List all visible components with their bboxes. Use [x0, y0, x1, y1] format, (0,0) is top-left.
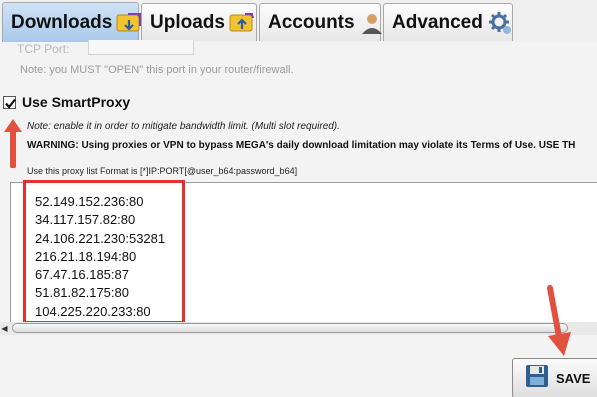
tab-accounts[interactable]: Accounts — [259, 3, 382, 41]
proxy-entry: 216.21.18.194:80 — [35, 248, 137, 264]
download-icon — [116, 10, 142, 36]
gear-icon — [487, 10, 513, 36]
save-button[interactable]: SAVE — [512, 358, 597, 397]
smartproxy-checkbox[interactable] — [3, 96, 16, 109]
tab-uploads-label: Uploads — [150, 11, 225, 33]
proxy-format-hint: Use this proxy list Format is [*]IP:PORT… — [27, 166, 298, 176]
user-icon — [359, 10, 385, 36]
proxy-entry: 52.149.152.236:80 — [35, 194, 144, 209]
smartproxy-warning: WARNING: Using proxies or VPN to bypass … — [27, 140, 576, 151]
tab-advanced[interactable]: Advanced — [383, 3, 513, 41]
smartproxy-label[interactable]: Use SmartProxy — [22, 94, 130, 110]
proxy-entry: 34.117.157.82:80 — [35, 212, 136, 228]
proxy-list-textarea[interactable]: 52.149.152.236:80 34.117.157.82:80 24.10… — [10, 182, 597, 337]
scrollbar-thumb[interactable] — [12, 323, 568, 333]
proxy-list: 52.149.152.236:80 34.117.157.82:80 24.10… — [35, 193, 165, 339]
tab-uploads[interactable]: Uploads — [141, 3, 257, 41]
smartproxy-note: Note: enable it in order to mitigate ban… — [27, 121, 340, 132]
proxy-entry: 104.225.220.233:80 — [35, 303, 151, 319]
save-button-label: SAVE — [556, 370, 591, 386]
scroll-left-arrow-icon[interactable]: ◀ — [0, 322, 9, 335]
proxy-entry: 24.106.221.230:53281 — [35, 230, 166, 246]
tab-accounts-label: Accounts — [268, 11, 355, 33]
proxy-entry: 51.81.82.175:80 — [35, 285, 129, 301]
tcp-port-label: TCP Port: — [17, 42, 70, 54]
proxy-entry: 67.47.16.185:87 — [35, 267, 129, 283]
floppy-disk-icon — [524, 363, 550, 394]
port-note: Note: you MUST "OPEN" this port in your … — [20, 64, 294, 76]
tab-advanced-label: Advanced — [392, 11, 483, 33]
tcp-port-input[interactable] — [88, 40, 194, 55]
horizontal-scrollbar[interactable]: ◀ — [0, 322, 597, 335]
tab-downloads[interactable]: Downloads — [2, 2, 142, 42]
upload-icon — [229, 10, 255, 36]
tab-bar: Downloads Uploads Accounts Advanced — [0, 0, 597, 43]
tab-downloads-label: Downloads — [11, 11, 113, 33]
app-window: Downloads Uploads Accounts Advanced TCP … — [0, 0, 597, 397]
